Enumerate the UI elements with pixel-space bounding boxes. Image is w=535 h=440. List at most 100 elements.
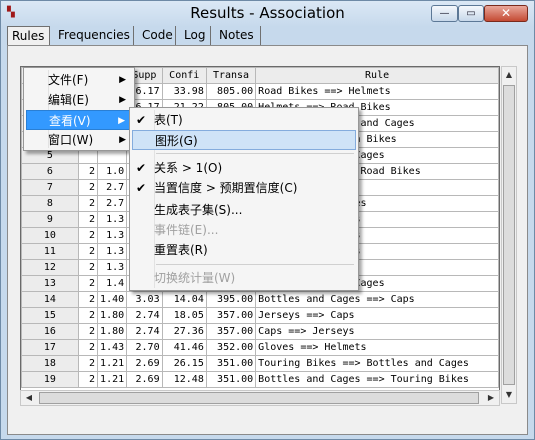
- lift-cell: 1.4: [97, 275, 128, 292]
- submenu-item-reset-table-label: 重置表(R): [154, 243, 208, 257]
- lift-cell: 1.43: [97, 339, 128, 356]
- lift-cell: 1.0: [97, 163, 128, 180]
- menu-item-file-label: 文件(F): [48, 73, 89, 87]
- size-cell: 2: [77, 163, 99, 180]
- menu-item-file[interactable]: 文件(F) ▶: [26, 70, 132, 90]
- lift-cell: 1.3: [97, 211, 128, 228]
- transactions-cell: 805.00: [205, 83, 257, 100]
- row-index-cell: 14: [21, 291, 79, 308]
- row-index-cell: 17: [21, 339, 79, 356]
- support-cell: 2.74: [126, 307, 163, 324]
- rule-cell: Jerseys ==> Caps: [255, 307, 499, 324]
- scroll-left-icon[interactable]: ◀: [21, 391, 37, 405]
- check-icon: ✔: [136, 181, 147, 195]
- submenu-arrow-icon: ▶: [119, 95, 126, 105]
- lift-cell: 1.3: [97, 243, 128, 260]
- menu-item-view[interactable]: 查看(V) ▶: [26, 110, 132, 130]
- confidence-cell: 12.48: [161, 371, 207, 388]
- column-header-rule[interactable]: Rule: [255, 67, 499, 84]
- table-row[interactable]: 18 2 1.21 2.69 26.15 351.00 Touring Bikes ==> …: [21, 355, 499, 372]
- tab-code[interactable]: Code: [138, 26, 176, 45]
- submenu-item-confidence[interactable]: ✔ 当置信度 > 预期置信度(C): [132, 178, 356, 198]
- tab-rules[interactable]: Rules: [7, 26, 50, 45]
- menu-separator: [156, 153, 354, 154]
- size-cell: 2: [77, 355, 99, 372]
- table-row[interactable]: 19 2 1.21 2.69 12.48 351.00 Bottles and Cages …: [21, 371, 499, 388]
- rule-cell: Bottles and Cages ==> Touring Bikes: [255, 371, 499, 388]
- row-index-cell: 19: [21, 371, 79, 388]
- rule-cell: Gloves ==> Helmets: [255, 339, 499, 356]
- transactions-cell: 395.00: [205, 291, 257, 308]
- lift-cell: 1.80: [97, 323, 128, 340]
- menu-item-view-label: 查看(V): [49, 114, 91, 128]
- close-button[interactable]: ✕: [484, 5, 528, 22]
- size-cell: 2: [77, 179, 99, 196]
- submenu-item-toggle-stats-label: 切换统计量(W): [154, 271, 236, 285]
- submenu-arrow-icon: ▶: [118, 116, 125, 126]
- row-index-cell: 10: [21, 227, 79, 244]
- scroll-down-icon[interactable]: ▼: [502, 387, 516, 403]
- lift-cell: 2.7: [97, 179, 128, 196]
- submenu-item-reset-table[interactable]: 重置表(R): [132, 240, 356, 260]
- size-cell: 2: [77, 339, 99, 356]
- row-index-cell: 13: [21, 275, 79, 292]
- submenu-item-table[interactable]: ✔ 表(T): [132, 110, 356, 130]
- row-index-cell: 18: [21, 355, 79, 372]
- row-index-cell: 15: [21, 307, 79, 324]
- submenu-item-event-chain-label: 事件链(E)...: [154, 223, 219, 237]
- table-row[interactable]: 15 2 1.80 2.74 18.05 357.00 Jerseys ==> Caps: [21, 307, 499, 324]
- menu-item-window-label: 窗口(W): [48, 133, 94, 147]
- horizontal-scroll-thumb[interactable]: [39, 392, 479, 404]
- table-row[interactable]: 17 2 1.43 2.70 41.46 352.00 Gloves ==> Helmets: [21, 339, 499, 356]
- submenu-arrow-icon: ▶: [119, 135, 126, 145]
- title-bar: ▚ Results - Association — ▭ ✕: [1, 1, 534, 27]
- submenu-item-relation[interactable]: ✔ 关系 > 1(O): [132, 158, 356, 178]
- confidence-cell: 14.04: [161, 291, 207, 308]
- menu-item-edit-label: 编辑(E): [48, 93, 89, 107]
- submenu-arrow-icon: ▶: [119, 75, 126, 85]
- submenu-item-relation-label: 关系 > 1(O): [154, 161, 223, 175]
- tab-notes[interactable]: Notes: [215, 26, 261, 45]
- minimize-button[interactable]: —: [431, 5, 458, 22]
- vertical-scroll-thumb[interactable]: [503, 85, 515, 385]
- lift-cell: 1.40: [97, 291, 128, 308]
- table-row[interactable]: 16 2 1.80 2.74 27.36 357.00 Caps ==> Jerseys: [21, 323, 499, 340]
- size-cell: 2: [77, 195, 99, 212]
- maximize-button[interactable]: ▭: [458, 5, 484, 22]
- support-cell: 2.69: [126, 355, 163, 372]
- scroll-right-icon[interactable]: ▶: [483, 391, 499, 405]
- column-header-transactions[interactable]: Transa: [205, 67, 257, 84]
- confidence-cell: 27.36: [161, 323, 207, 340]
- menu-item-window[interactable]: 窗口(W) ▶: [26, 130, 132, 150]
- transactions-cell: 357.00: [205, 307, 257, 324]
- submenu-item-subset[interactable]: 生成表子集(S)...: [132, 200, 356, 220]
- transactions-cell: 351.00: [205, 371, 257, 388]
- row-index-cell: 6: [21, 163, 79, 180]
- rule-cell: Bottles and Cages ==> Caps: [255, 291, 499, 308]
- column-header-confidence[interactable]: Confi: [161, 67, 207, 84]
- row-index-cell: 11: [21, 243, 79, 260]
- row-index-cell: 9: [21, 211, 79, 228]
- size-cell: 2: [77, 307, 99, 324]
- tab-frequencies[interactable]: Frequencies: [54, 26, 134, 45]
- rule-cell: Touring Bikes ==> Bottles and Cages: [255, 355, 499, 372]
- confidence-cell: 41.46: [161, 339, 207, 356]
- check-icon: ✔: [136, 161, 147, 175]
- row-index-cell: 12: [21, 259, 79, 276]
- table-row[interactable]: 14 2 1.40 3.03 14.04 395.00 Bottles and Cages …: [21, 291, 499, 308]
- lift-cell: 1.3: [97, 259, 128, 276]
- submenu-item-toggle-stats: 切换统计量(W): [132, 268, 356, 288]
- size-cell: 2: [77, 291, 99, 308]
- submenu-item-graph[interactable]: 图形(G): [132, 130, 356, 150]
- lift-cell: 1.21: [97, 355, 128, 372]
- row-index-cell: 7: [21, 179, 79, 196]
- menu-item-edit[interactable]: 编辑(E) ▶: [26, 90, 132, 110]
- tab-log[interactable]: Log: [180, 26, 211, 45]
- support-cell: 3.03: [126, 291, 163, 308]
- size-cell: 2: [77, 275, 99, 292]
- support-cell: 2.70: [126, 339, 163, 356]
- horizontal-scrollbar[interactable]: ◀ ▶: [20, 390, 500, 406]
- scroll-up-icon[interactable]: ▲: [502, 67, 516, 83]
- rule-cell: Caps ==> Jerseys: [255, 323, 499, 340]
- vertical-scrollbar[interactable]: ▲ ▼: [501, 66, 517, 404]
